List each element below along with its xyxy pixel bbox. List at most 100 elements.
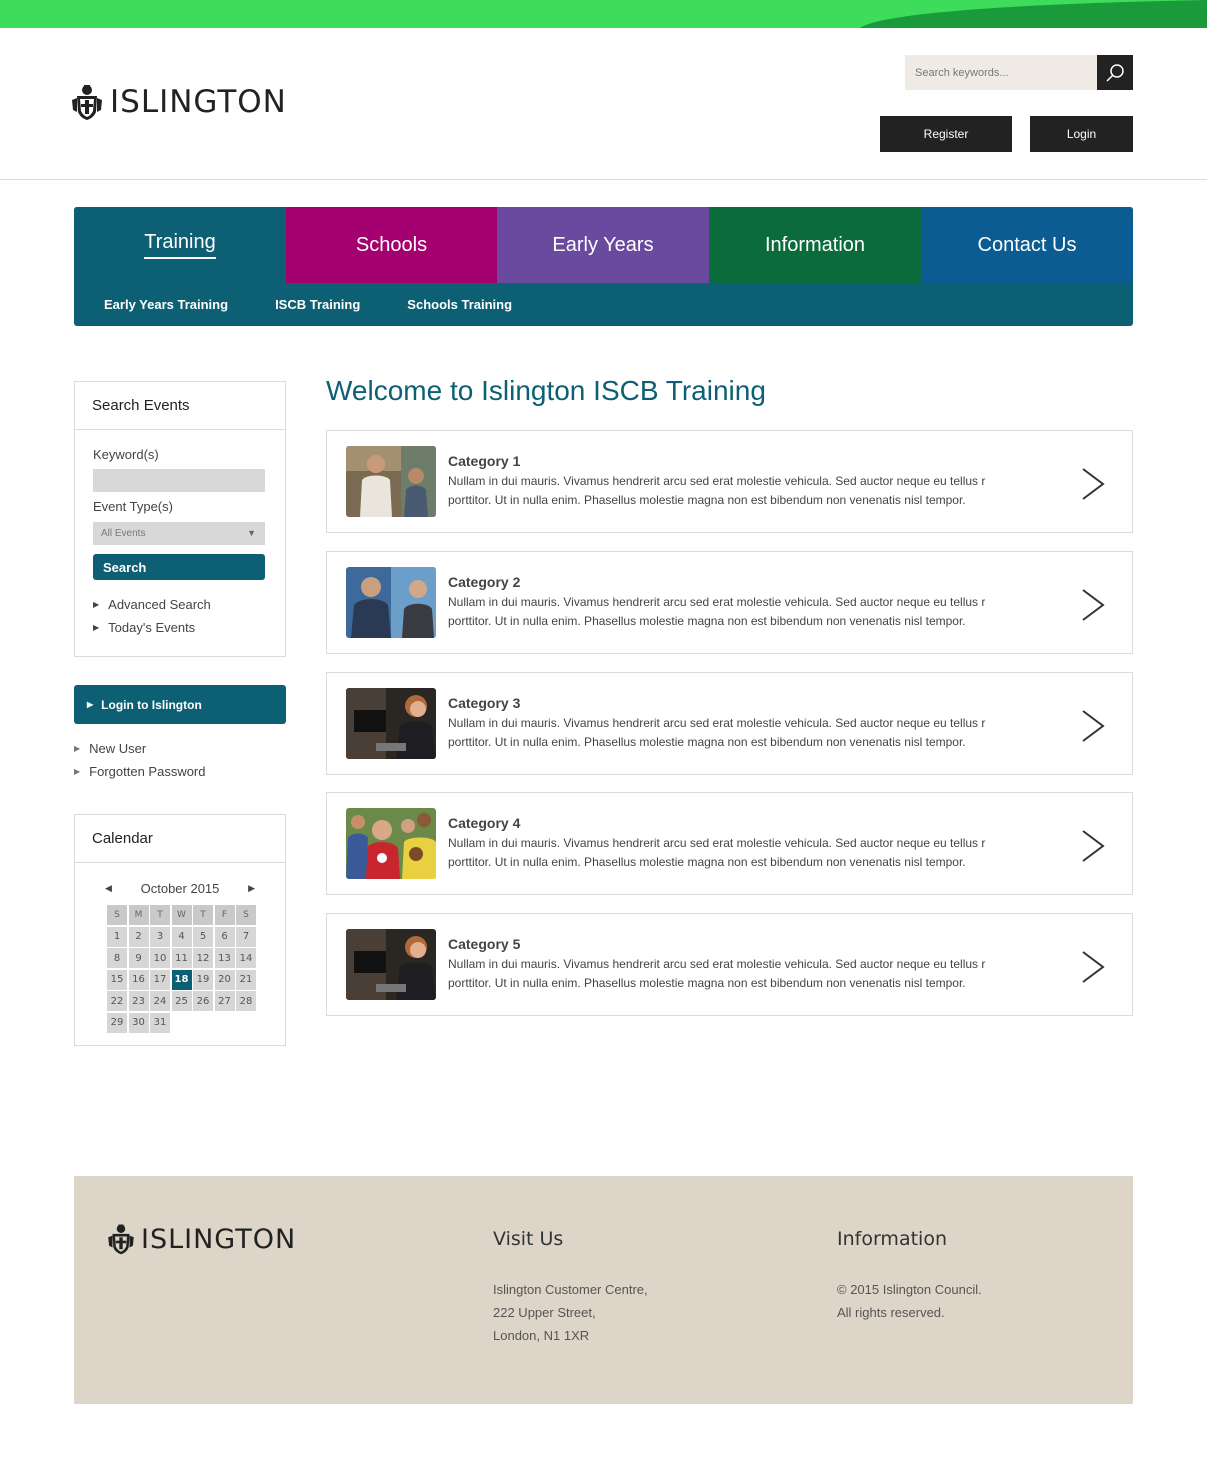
new-user-link[interactable]: ▶ New User <box>74 741 146 756</box>
calendar-day[interactable]: 12 <box>193 948 213 968</box>
calendar-day[interactable]: 10 <box>150 948 170 968</box>
chevron-right-icon <box>1082 468 1105 500</box>
category-description: Nullam in dui mauris. Vivamus hendrerit … <box>448 716 986 749</box>
calendar-day[interactable]: 31 <box>150 1012 170 1033</box>
login-bar-label: Login to Islington <box>101 697 202 712</box>
category-thumbnail <box>346 929 436 1000</box>
calendar-day[interactable]: 1 <box>107 926 127 947</box>
calendar-weekday: S <box>107 905 127 925</box>
calendar-day[interactable]: 25 <box>171 991 192 1011</box>
visit-us-heading: Visit Us <box>493 1228 564 1250</box>
link-label: Today's Events <box>108 620 196 635</box>
calendar-day[interactable]: 16 <box>128 969 149 990</box>
search-events-panel: Search Events Keyword(s) Event Type(s) A… <box>74 381 286 657</box>
address-line: Islington Customer Centre, <box>493 1282 648 1297</box>
keyword-label: Keyword(s) <box>93 447 159 462</box>
calendar-day[interactable]: 3 <box>150 926 170 947</box>
calendar-day[interactable]: 24 <box>150 991 170 1011</box>
register-button[interactable]: Register <box>880 116 1012 152</box>
calendar-day[interactable]: 21 <box>236 969 256 990</box>
subnav-schools-training[interactable]: Schools Training <box>407 297 512 312</box>
tab-schools[interactable]: Schools <box>286 207 497 283</box>
calendar-day[interactable]: 14 <box>236 948 256 968</box>
link-label: Advanced Search <box>108 597 211 612</box>
forgotten-password-link[interactable]: ▶ Forgotten Password <box>74 764 206 779</box>
category-description: Nullam in dui mauris. Vivamus hendrerit … <box>448 836 986 869</box>
event-type-value: All Events <box>101 528 146 539</box>
top-decorative-band <box>0 0 1207 28</box>
calendar-day[interactable]: 17 <box>150 969 170 990</box>
calendar-day[interactable]: 11 <box>171 948 192 968</box>
search-input[interactable] <box>905 55 1097 90</box>
category-title: Category 1 <box>448 453 521 469</box>
tab-training[interactable]: Training <box>74 207 286 283</box>
islington-logo[interactable]: ISLINGTON <box>72 82 287 122</box>
category-description: Nullam in dui mauris. Vivamus hendrerit … <box>448 595 986 628</box>
event-type-select[interactable]: All Events ▼ <box>93 522 265 545</box>
arrow-right-icon: ▶ <box>87 700 94 709</box>
todays-events-link[interactable]: ▶ Today's Events <box>93 620 195 635</box>
advanced-search-link[interactable]: ▶ Advanced Search <box>93 597 211 612</box>
page-title: Welcome to Islington ISCB Training <box>326 375 766 406</box>
calendar-day[interactable]: 23 <box>128 991 149 1011</box>
category-card[interactable]: Category 3 Nullam in dui mauris. Vivamus… <box>326 672 1133 775</box>
search-icon <box>1106 63 1124 82</box>
prev-month-icon[interactable]: ◀ <box>105 883 112 894</box>
login-to-islington-button[interactable]: ▶ Login to Islington <box>74 685 286 724</box>
calendar-day[interactable]: 2 <box>128 926 149 947</box>
calendar-month: October 2015 <box>140 881 220 896</box>
calendar-day[interactable]: 8 <box>107 948 127 968</box>
calendar-day[interactable]: 28 <box>236 991 256 1011</box>
category-thumbnail <box>346 567 436 638</box>
category-card[interactable]: Category 4 Nullam in dui mauris. Vivamus… <box>326 792 1133 895</box>
category-card[interactable]: Category 1 Nullam in dui mauris. Vivamus… <box>326 430 1133 533</box>
crest-icon <box>72 85 102 120</box>
calendar-day[interactable]: 29 <box>107 1012 127 1033</box>
category-description: Nullam in dui mauris. Vivamus hendrerit … <box>448 957 986 990</box>
calendar-day-selected[interactable]: 18 <box>171 969 192 990</box>
search-button[interactable] <box>1097 55 1133 90</box>
calendar-grid: S M T W T F S 1 2 3 4 5 6 7 8 9 10 11 12 13 14 15 16 17 18 19 20 21… <box>107 905 256 1033</box>
address-line: London, N1 1XR <box>493 1328 590 1343</box>
footer-logo[interactable]: ISLINGTON <box>108 1222 296 1256</box>
calendar-day[interactable]: 20 <box>214 969 235 990</box>
chevron-right-icon <box>1082 951 1105 983</box>
footer: ISLINGTON Visit Us Islington Customer Ce… <box>74 1176 1133 1404</box>
calendar-day[interactable]: 13 <box>214 948 235 968</box>
calendar-weekday: W <box>171 905 192 925</box>
keyword-input[interactable] <box>93 469 265 492</box>
dropdown-caret-icon: ▼ <box>247 528 256 538</box>
chevron-right-icon <box>1082 830 1105 862</box>
category-card[interactable]: Category 5 Nullam in dui mauris. Vivamus… <box>326 913 1133 1016</box>
tab-label: Schools <box>355 233 428 256</box>
tab-contact-us[interactable]: Contact Us <box>921 207 1133 283</box>
calendar-day[interactable]: 27 <box>214 991 235 1011</box>
header-search <box>905 55 1133 90</box>
category-thumbnail <box>346 808 436 879</box>
category-card[interactable]: Category 2 Nullam in dui mauris. Vivamus… <box>326 551 1133 654</box>
tab-information[interactable]: Information <box>709 207 921 283</box>
calendar-day[interactable]: 4 <box>171 926 192 947</box>
subnav-early-years-training[interactable]: Early Years Training <box>104 297 228 312</box>
category-title: Category 5 <box>448 936 521 952</box>
calendar-day[interactable]: 5 <box>193 926 213 947</box>
calendar-day[interactable]: 7 <box>236 926 256 947</box>
tab-early-years[interactable]: Early Years <box>497 207 709 283</box>
chevron-right-icon <box>1082 710 1105 742</box>
calendar-day[interactable]: 19 <box>193 969 213 990</box>
calendar-day[interactable]: 30 <box>128 1012 149 1033</box>
login-button[interactable]: Login <box>1030 116 1133 152</box>
search-events-button[interactable]: Search <box>93 554 265 580</box>
next-month-icon[interactable]: ▶ <box>248 883 255 894</box>
address-line: 222 Upper Street, <box>493 1305 596 1320</box>
category-thumbnail <box>346 688 436 759</box>
calendar-weekday: T <box>193 905 213 925</box>
subnav-iscb-training[interactable]: ISCB Training <box>275 297 360 312</box>
calendar-day[interactable]: 22 <box>107 991 127 1011</box>
calendar-day[interactable]: 26 <box>193 991 213 1011</box>
chevron-right-icon <box>1082 589 1105 621</box>
tab-label: Contact Us <box>977 233 1077 256</box>
calendar-day[interactable]: 15 <box>107 969 127 990</box>
calendar-day[interactable]: 6 <box>214 926 235 947</box>
calendar-day[interactable]: 9 <box>128 948 149 968</box>
